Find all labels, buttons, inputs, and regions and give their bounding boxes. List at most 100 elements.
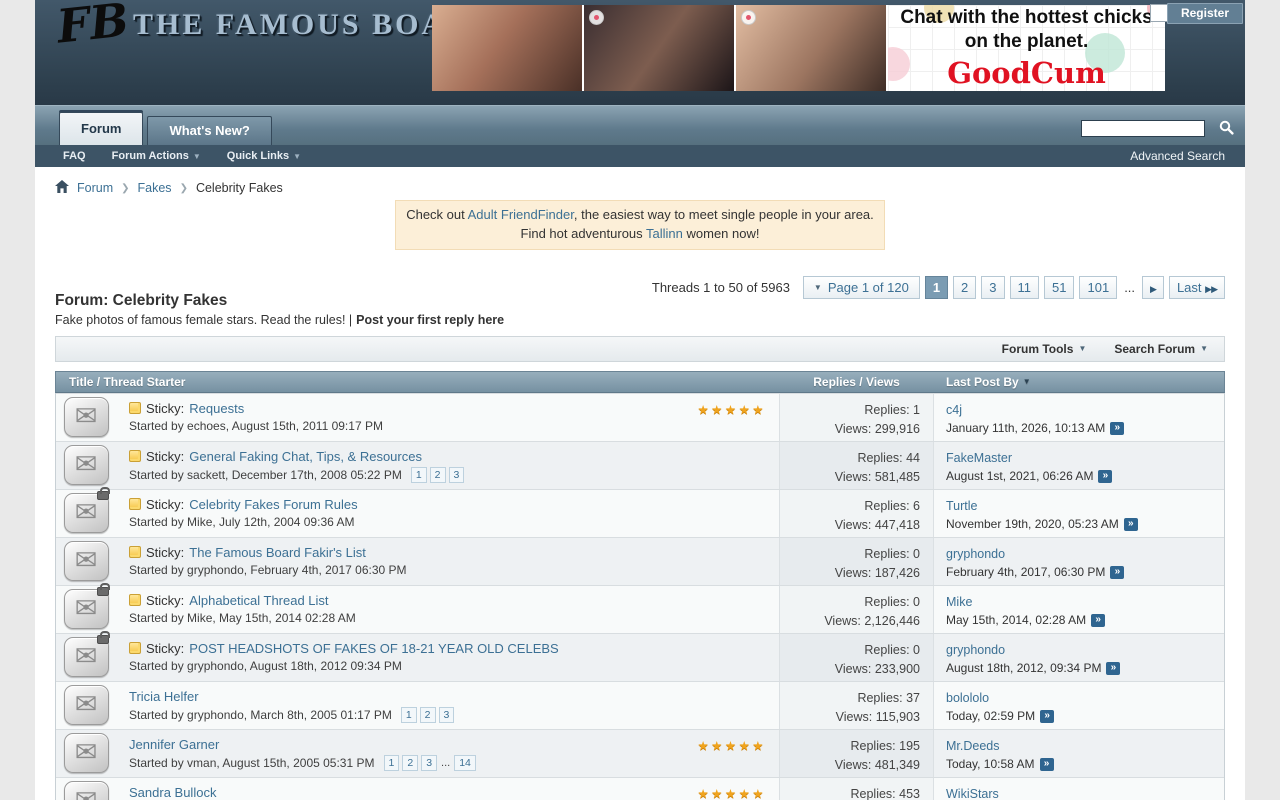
subnav-forum-actions[interactable]: Forum Actions ▼ xyxy=(112,150,201,162)
views-count: Views: 233,900 xyxy=(780,660,920,679)
mini-page-link[interactable]: 1 xyxy=(411,467,427,483)
last-post-user-link[interactable]: c4j xyxy=(946,403,962,417)
search-forum-menu[interactable]: Search Forum ▼ xyxy=(1114,342,1208,356)
search-icon xyxy=(1219,120,1234,138)
goto-last-post-icon[interactable]: » xyxy=(1110,422,1124,435)
mini-page-link[interactable]: 1 xyxy=(401,707,417,723)
thread-icon: ✉ xyxy=(64,637,109,677)
banner-ad[interactable]: Chat with the hottest chicks on the plan… xyxy=(432,5,1165,91)
page-button[interactable]: 101 xyxy=(1079,276,1117,299)
goto-last-post-icon[interactable]: » xyxy=(1040,710,1054,723)
replies-count: Replies: 1 xyxy=(780,401,920,420)
goto-last-post-icon[interactable]: » xyxy=(1110,566,1124,579)
column-title-starter[interactable]: Title / Thread Starter xyxy=(56,375,779,389)
next-page-button[interactable]: ▶ xyxy=(1142,276,1164,299)
goto-last-post-icon[interactable]: » xyxy=(1091,614,1105,627)
sticky-prefix: Sticky: xyxy=(146,641,184,656)
last-post-user-link[interactable]: gryphondo xyxy=(946,643,1005,657)
last-post-user-link[interactable]: bolololo xyxy=(946,691,989,705)
last-post-user-link[interactable]: Mr.Deeds xyxy=(946,739,1000,753)
thread-title-link[interactable]: Celebrity Fakes Forum Rules xyxy=(189,497,357,512)
goto-last-post-icon[interactable]: » xyxy=(1106,662,1120,675)
subnav-faq[interactable]: FAQ xyxy=(63,150,86,162)
tab-whats-new[interactable]: What's New? xyxy=(147,116,271,145)
register-button[interactable]: Register xyxy=(1167,3,1243,24)
thread-title-link[interactable]: Sandra Bullock xyxy=(129,785,216,800)
ad-brand[interactable]: GoodCum xyxy=(947,56,1106,90)
thread-title-link[interactable]: The Famous Board Fakir's List xyxy=(189,545,366,560)
thread-started-by: Started by vman, August 15th, 2005 05:31… xyxy=(129,756,375,770)
notice-link-friendfinder[interactable]: Adult FriendFinder xyxy=(468,207,574,222)
thread-title-link[interactable]: Alphabetical Thread List xyxy=(189,593,328,608)
thread-title-cell: Sticky: Requests Started by echoes, Augu… xyxy=(116,394,779,441)
last-post-user-link[interactable]: Mike xyxy=(946,595,972,609)
page-button[interactable]: 11 xyxy=(1010,276,1040,299)
last-post-cell: Mr.Deeds Today, 10:58 AM » xyxy=(934,730,1224,777)
search-input[interactable] xyxy=(1081,120,1205,137)
mini-page-link[interactable]: 2 xyxy=(430,467,446,483)
last-post-user-link[interactable]: FakeMaster xyxy=(946,451,1012,465)
mini-page-link[interactable]: 2 xyxy=(420,707,436,723)
mini-page-link[interactable]: 1 xyxy=(384,755,400,771)
page-button[interactable]: 3 xyxy=(981,276,1004,299)
envelope-icon: ✉ xyxy=(75,787,98,800)
last-post-user-link[interactable]: WikiStars xyxy=(946,787,999,800)
ad-photo-thumbnail[interactable] xyxy=(584,5,736,91)
last-page-button[interactable]: Last ▶▶ xyxy=(1169,276,1225,299)
page-select-button[interactable]: ▼ Page 1 of 120 xyxy=(803,276,920,299)
thread-title-link[interactable]: Tricia Helfer xyxy=(129,689,199,704)
last-post-user-link[interactable]: Turtle xyxy=(946,499,978,513)
page-links: 123...14 xyxy=(384,755,476,771)
mini-page-link[interactable]: 14 xyxy=(454,755,476,771)
thread-title-link[interactable]: General Faking Chat, Tips, & Resources xyxy=(189,449,422,464)
goto-last-post-icon[interactable]: » xyxy=(1040,758,1054,771)
goto-last-post-icon[interactable]: » xyxy=(1098,470,1112,483)
notice-text: women now! xyxy=(683,226,760,241)
thread-status-cell: ✉ xyxy=(56,730,116,777)
thread-icon: ✉ xyxy=(64,541,109,581)
subnav-quick-links[interactable]: Quick Links ▼ xyxy=(227,150,301,162)
breadcrumb-forum[interactable]: Forum xyxy=(77,181,113,195)
thread-table: Title / Thread Starter Replies / Views L… xyxy=(55,371,1225,800)
home-icon[interactable] xyxy=(55,180,69,196)
sticky-prefix: Sticky: xyxy=(146,401,184,416)
last-post-date: Today, 10:58 AM xyxy=(946,755,1035,773)
thread-icon: ✉ xyxy=(64,685,109,725)
mini-page-link[interactable]: 3 xyxy=(421,755,437,771)
replies-count: Replies: 0 xyxy=(780,641,920,660)
thread-title-link[interactable]: Requests xyxy=(189,401,244,416)
forum-description: Fake photos of famous female stars. Read… xyxy=(55,313,504,327)
goto-last-post-icon[interactable]: » xyxy=(1124,518,1138,531)
column-last-post[interactable]: Last Post By ▼ xyxy=(934,375,1224,389)
mini-page-link[interactable]: 3 xyxy=(439,707,455,723)
thread-icon: ✉ xyxy=(64,733,109,773)
thread-title-link[interactable]: POST HEADSHOTS OF FAKES OF 18-21 YEAR OL… xyxy=(189,641,558,656)
thread-title-cell: Sticky: General Faking Chat, Tips, & Res… xyxy=(116,442,779,489)
breadcrumb-fakes[interactable]: Fakes xyxy=(138,181,172,195)
ad-text-panel[interactable]: Chat with the hottest chicks on the plan… xyxy=(888,5,1165,91)
notice-link-city[interactable]: Tallinn xyxy=(646,226,683,241)
thread-icon: ✉ xyxy=(64,493,109,533)
page-button-current[interactable]: 1 xyxy=(925,276,948,299)
site-header: FB THE FAMOUS BOARD Chat with the hottes… xyxy=(35,0,1245,105)
thread-title-link[interactable]: Jennifer Garner xyxy=(129,737,219,752)
search-button[interactable] xyxy=(1213,119,1239,138)
first-reply-link[interactable]: Post your first reply here xyxy=(356,313,504,327)
page-button[interactable]: 51 xyxy=(1044,276,1074,299)
tab-forum[interactable]: Forum xyxy=(59,112,143,145)
last-post-cell: FakeMaster August 1st, 2021, 06:26 AM » xyxy=(934,442,1224,489)
ad-photo-thumbnail[interactable] xyxy=(736,5,888,91)
ad-photo-thumbnail[interactable] xyxy=(432,5,584,91)
last-post-cell: gryphondo August 18th, 2012, 09:34 PM » xyxy=(934,634,1224,681)
thread-status-cell: ✉ xyxy=(56,394,116,441)
mini-page-link[interactable]: 2 xyxy=(402,755,418,771)
forum-tools-menu[interactable]: Forum Tools ▼ xyxy=(1002,342,1087,356)
mini-page-link[interactable]: 3 xyxy=(449,467,465,483)
cam-badge-icon xyxy=(589,10,604,25)
page-button[interactable]: 2 xyxy=(953,276,976,299)
column-replies-views[interactable]: Replies / Views xyxy=(779,375,934,389)
site-logo-icon[interactable]: FB xyxy=(54,0,131,54)
advanced-search-link[interactable]: Advanced Search xyxy=(1130,149,1225,163)
last-post-user-link[interactable]: gryphondo xyxy=(946,547,1005,561)
thread-started-by: Started by echoes, August 15th, 2011 09:… xyxy=(129,419,383,433)
